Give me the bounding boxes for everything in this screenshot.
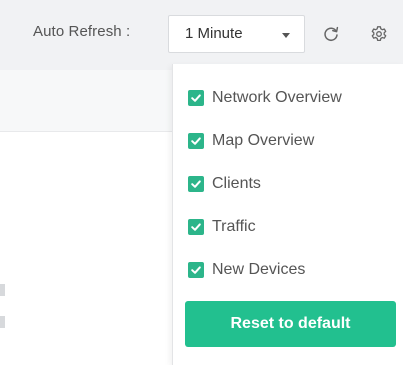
option-label: Traffic xyxy=(212,218,256,235)
checkbox-checked-icon[interactable] xyxy=(188,133,204,149)
option-map-overview[interactable]: Map Overview xyxy=(188,130,314,152)
reset-to-default-button[interactable]: Reset to default xyxy=(185,301,396,347)
option-label: Map Overview xyxy=(212,132,315,149)
caret-down-icon xyxy=(282,33,290,38)
option-new-devices[interactable]: New Devices xyxy=(188,259,305,281)
refresh-icon[interactable] xyxy=(322,25,340,43)
checkbox-checked-icon[interactable] xyxy=(188,176,204,192)
option-traffic[interactable]: Traffic xyxy=(188,216,256,238)
background-fragment xyxy=(0,284,5,296)
checkbox-checked-icon[interactable] xyxy=(188,219,204,235)
widgets-dropdown-panel: Network Overview Map Overview Clients Tr… xyxy=(172,64,403,365)
checkbox-checked-icon[interactable] xyxy=(188,90,204,106)
option-label: New Devices xyxy=(212,261,306,278)
option-label: Network Overview xyxy=(212,89,342,106)
toolbar: Auto Refresh : 1 Minute xyxy=(0,0,403,70)
refresh-interval-value: 1 Minute xyxy=(185,25,243,42)
option-clients[interactable]: Clients xyxy=(188,173,261,195)
auto-refresh-label: Auto Refresh : xyxy=(33,23,131,40)
dashboard-view: Auto Refresh : 1 Minute Network Overview… xyxy=(0,0,403,365)
option-network-overview[interactable]: Network Overview xyxy=(188,87,342,109)
gear-icon[interactable] xyxy=(370,25,388,43)
option-label: Clients xyxy=(212,175,261,192)
background-fragment xyxy=(0,316,5,328)
refresh-interval-select[interactable]: 1 Minute xyxy=(168,15,305,53)
checkbox-checked-icon[interactable] xyxy=(188,262,204,278)
